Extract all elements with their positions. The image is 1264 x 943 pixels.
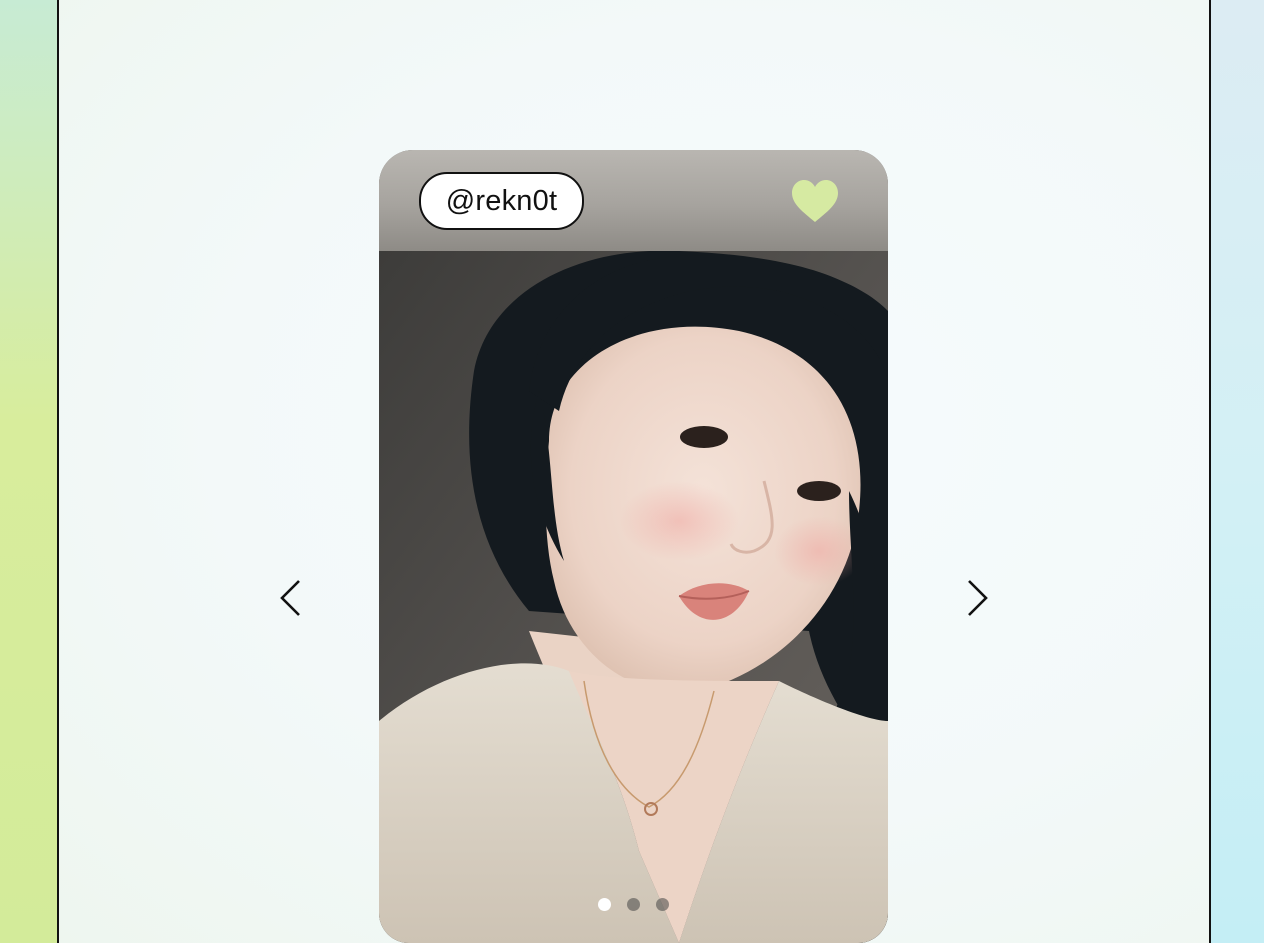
chevron-right-icon[interactable]	[964, 579, 990, 617]
card-header: @rekn0t	[379, 150, 888, 251]
heart-icon[interactable]	[791, 180, 839, 224]
post-card: @rekn0t	[379, 150, 888, 943]
chevron-left-icon[interactable]	[278, 579, 304, 617]
left-gradient-panel	[0, 0, 57, 943]
carousel-dot-3[interactable]	[656, 898, 669, 911]
portrait-photo	[379, 251, 888, 943]
username-badge[interactable]: @rekn0t	[419, 172, 584, 230]
carousel-dot-1[interactable]	[598, 898, 611, 911]
carousel-dots	[598, 898, 669, 911]
right-gradient-panel	[1209, 0, 1264, 943]
main-frame: @rekn0t	[57, 0, 1211, 943]
carousel-dot-2[interactable]	[627, 898, 640, 911]
